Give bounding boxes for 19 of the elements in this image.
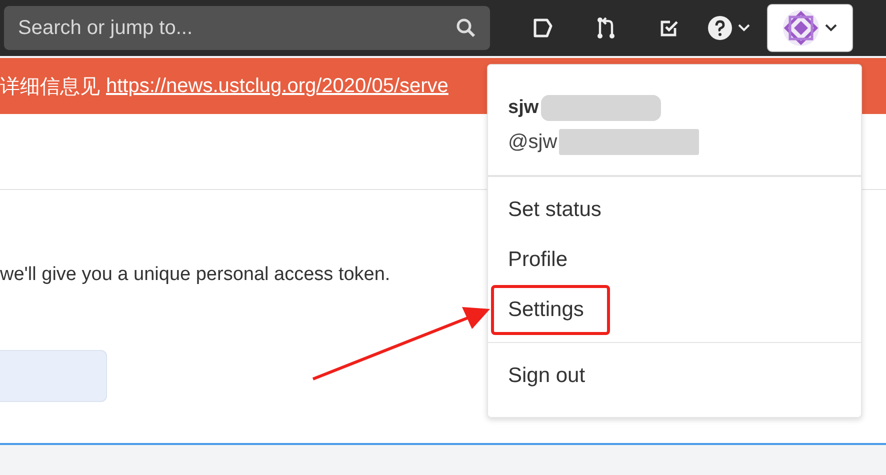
menu-item[interactable]: Settings: [491, 285, 610, 335]
description-text: we'll give you a unique personal access token.: [0, 264, 392, 286]
search-field[interactable]: Search or jump to...: [4, 6, 490, 50]
menu-item[interactable]: Sign out: [488, 351, 861, 401]
menu-item[interactable]: Set status: [488, 185, 861, 235]
todo-icon[interactable]: [659, 18, 679, 38]
avatar-icon: [783, 10, 819, 46]
help-icon[interactable]: [708, 16, 732, 40]
search-icon: [456, 18, 476, 38]
user-handle: @sjw: [508, 130, 558, 154]
banner-text: 详细信息见: [0, 74, 100, 100]
merge-request-icon[interactable]: [595, 16, 617, 40]
snippet-icon[interactable]: [532, 17, 554, 39]
chevron-down-icon: [825, 24, 837, 32]
user-name: sjw: [508, 97, 539, 119]
menu-item[interactable]: Profile: [488, 235, 861, 285]
token-field[interactable]: [0, 350, 107, 402]
chevron-down-icon[interactable]: [738, 24, 750, 32]
user-menu-button[interactable]: [768, 5, 852, 51]
